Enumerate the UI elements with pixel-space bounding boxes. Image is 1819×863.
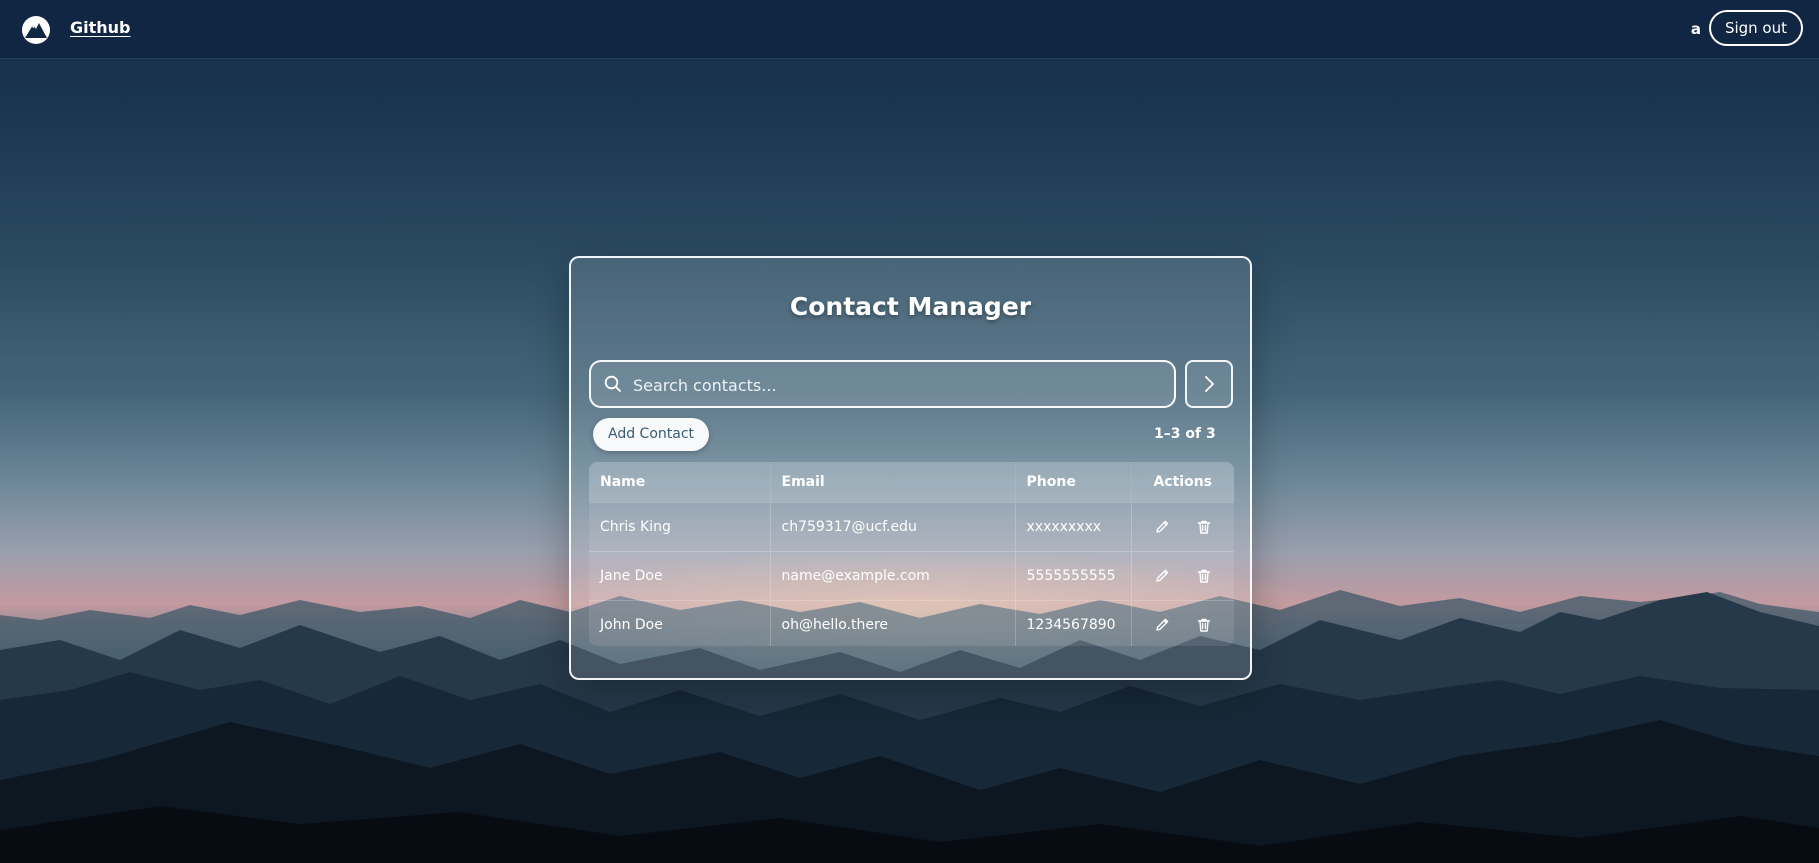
table-header-row: Name Email Phone Actions	[589, 462, 1234, 503]
search-box	[589, 360, 1176, 408]
pencil-icon[interactable]	[1151, 565, 1173, 587]
contact-manager-card: Contact Manager Add Contact 1–3 of 3 Nam…	[569, 256, 1252, 680]
contact-phone-cell: xxxxxxxxx	[1015, 502, 1132, 552]
column-header-email: Email	[770, 462, 1016, 503]
contact-email-cell: oh@hello.there	[770, 600, 1016, 646]
column-header-name: Name	[589, 462, 771, 503]
pencil-icon[interactable]	[1151, 516, 1173, 538]
contact-phone-cell: 1234567890	[1015, 600, 1132, 646]
pagination-range: 1–3 of 3	[1154, 426, 1216, 442]
contact-name-cell: John Doe	[589, 600, 771, 646]
table-row: John Doe oh@hello.there 1234567890	[589, 600, 1234, 646]
search-input[interactable]	[631, 362, 1165, 408]
trash-icon[interactable]	[1193, 614, 1215, 636]
contact-email-cell: ch759317@ucf.edu	[770, 502, 1016, 552]
row-actions	[1131, 600, 1234, 646]
top-navbar: Github a Sign out	[0, 0, 1819, 59]
contacts-table: Name Email Phone Actions Chris King ch75…	[589, 462, 1234, 646]
trash-icon[interactable]	[1193, 565, 1215, 587]
contact-phone-cell: 5555555555	[1015, 551, 1132, 601]
trash-icon[interactable]	[1193, 516, 1215, 538]
chevron-right-icon	[1205, 376, 1214, 392]
column-header-actions: Actions	[1131, 462, 1234, 503]
add-contact-button[interactable]: Add Contact	[593, 418, 710, 451]
mountain-logo-icon[interactable]	[20, 14, 52, 46]
search-icon	[604, 375, 621, 392]
page-title: Contact Manager	[789, 292, 1032, 321]
table-row: Jane Doe name@example.com 5555555555	[589, 551, 1234, 601]
pencil-icon[interactable]	[1151, 614, 1173, 636]
contact-email-cell: name@example.com	[770, 551, 1016, 601]
search-submit-button[interactable]	[1185, 360, 1233, 408]
github-link[interactable]: Github	[70, 18, 131, 37]
row-actions	[1131, 502, 1234, 552]
contact-name-cell: Chris King	[589, 502, 771, 552]
row-actions	[1131, 551, 1234, 601]
username-label: a	[1690, 20, 1701, 38]
table-row: Chris King ch759317@ucf.edu xxxxxxxxx	[589, 502, 1234, 552]
column-header-phone: Phone	[1015, 462, 1132, 503]
sign-out-button[interactable]: Sign out	[1708, 10, 1803, 46]
contact-name-cell: Jane Doe	[589, 551, 771, 601]
